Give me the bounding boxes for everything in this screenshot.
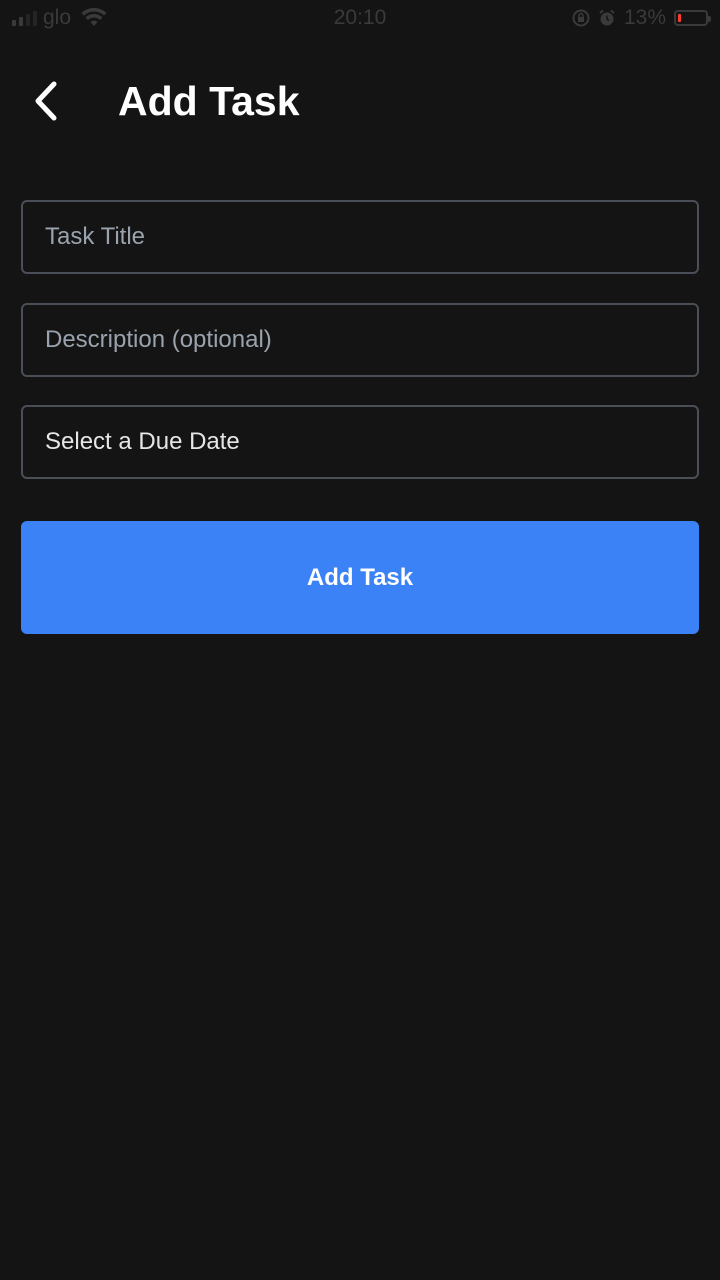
status-bar-right: 13% (572, 6, 711, 30)
battery-icon (674, 10, 711, 26)
battery-cap (708, 16, 711, 22)
task-title-field[interactable] (21, 200, 699, 274)
alarm-icon (599, 9, 615, 26)
due-date-picker[interactable]: Select a Due Date (21, 405, 699, 479)
task-title-input[interactable] (45, 223, 675, 251)
status-bar: glo 20:10 13% (0, 0, 720, 38)
chevron-left-icon (35, 81, 57, 121)
add-task-button-label: Add Task (306, 563, 414, 591)
due-date-label: Select a Due Date (45, 428, 240, 455)
battery-percent: 13% (623, 6, 666, 29)
back-button[interactable] (26, 76, 66, 126)
page-title: Add Task (118, 78, 300, 124)
battery-level (678, 14, 681, 22)
add-task-button[interactable]: Add Task (21, 521, 699, 634)
description-field[interactable] (21, 303, 699, 377)
description-input[interactable] (45, 326, 675, 354)
lock-rotation-icon (572, 9, 590, 27)
